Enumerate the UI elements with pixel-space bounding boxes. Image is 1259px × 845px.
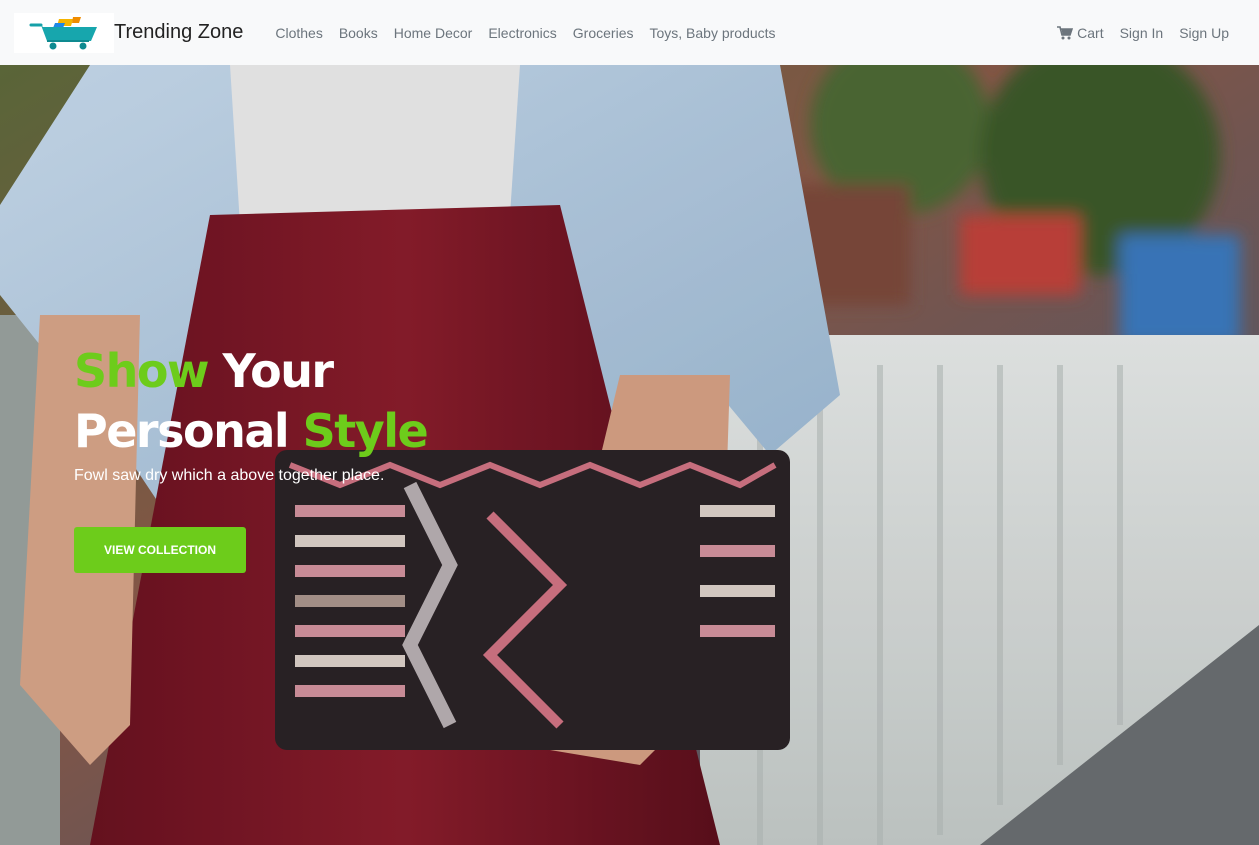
navbar: Trending Zone Clothes Books Home Decor E… (0, 0, 1259, 65)
brand-name: Trending Zone (114, 21, 244, 43)
hero-content: Show Your Personal Style Fowl saw dry wh… (74, 341, 674, 573)
hero-title: Show Your Personal Style (74, 341, 674, 461)
cart-link[interactable]: Cart (1049, 25, 1111, 41)
nav-link-clothes[interactable]: Clothes (267, 25, 330, 41)
hero-section: Show Your Personal Style Fowl saw dry wh… (0, 65, 1259, 845)
nav-right: Cart Sign In Sign Up (1049, 25, 1245, 41)
nav-links: Clothes Books Home Decor Electronics Gro… (267, 25, 783, 41)
nav-link-books[interactable]: Books (331, 25, 386, 41)
cart-icon (1057, 25, 1074, 40)
nav-link-electronics[interactable]: Electronics (480, 25, 564, 41)
hero-title-personal: Personal (74, 404, 290, 458)
brand-link[interactable]: Trending Zone (14, 12, 244, 53)
nav-link-groceries[interactable]: Groceries (565, 25, 642, 41)
nav-link-toys-baby[interactable]: Toys, Baby products (641, 25, 783, 41)
hero-title-your: Your (207, 344, 334, 398)
sign-in-link[interactable]: Sign In (1112, 25, 1172, 41)
hero-subtitle: Fowl saw dry which a above together plac… (74, 467, 385, 484)
view-collection-button[interactable]: VIEW COLLECTION (74, 527, 246, 573)
cart-label: Cart (1077, 24, 1104, 41)
nav-link-home-decor[interactable]: Home Decor (386, 25, 481, 41)
hero-title-style: Style (288, 404, 429, 458)
sign-up-link[interactable]: Sign Up (1171, 25, 1237, 41)
shopping-cart-logo-icon (14, 12, 114, 53)
hero-title-show: Show (74, 344, 209, 398)
